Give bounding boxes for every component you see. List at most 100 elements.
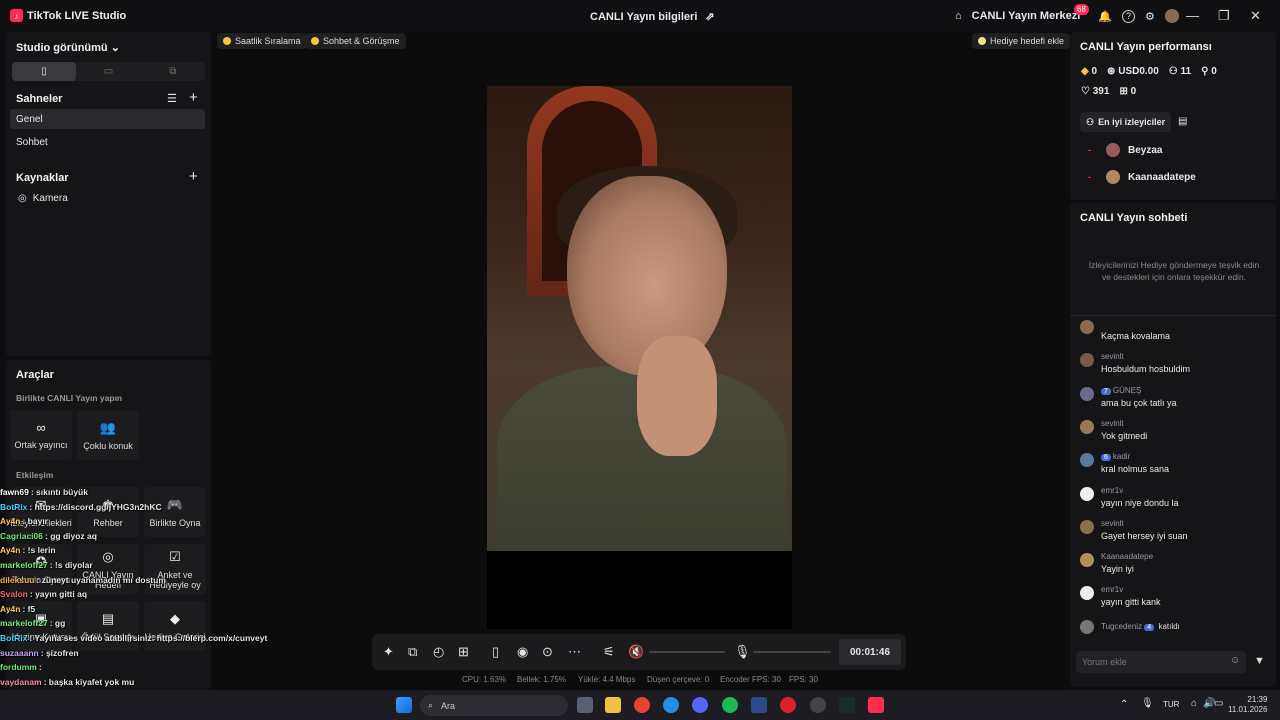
- close-icon[interactable]: ✕: [1250, 8, 1261, 24]
- battery-icon[interactable]: ▭: [1214, 698, 1223, 709]
- system-clock[interactable]: 21:39 11.01.2026: [1228, 695, 1267, 715]
- chat-message-text: yayın niye dondu la: [1101, 497, 1179, 508]
- overlay-chat-line: Ay4n: !s lerin: [0, 543, 300, 558]
- network-icon[interactable]: ⌂: [1191, 698, 1197, 709]
- chat-user-avatar: [1080, 486, 1094, 501]
- top-viewer-1[interactable]: - Beyzaa: [1088, 143, 1162, 157]
- comment-input[interactable]: Yorum ekle: [1076, 651, 1246, 673]
- overlay-chat-line: Ay4n: f5: [0, 602, 300, 617]
- help-icon[interactable]: ?: [1121, 9, 1135, 23]
- add-scene-icon[interactable]: +: [189, 89, 198, 106]
- mic-volume-slider[interactable]: [753, 651, 831, 653]
- chat-meeting-label: Sohbet & Görüşme: [323, 36, 400, 46]
- overlay-chat-line: dileksuu: züneyt uyanamadın mı dostum: [0, 573, 300, 588]
- windows-start-icon[interactable]: [396, 697, 412, 713]
- tray-up-arrow-icon[interactable]: ⌃: [1120, 699, 1128, 710]
- overlay-chat-user: fawn69: [0, 487, 29, 497]
- multi-guest-button[interactable]: 👥 Çoklu konuk: [77, 410, 139, 460]
- tiktok-live-icon[interactable]: [868, 697, 884, 713]
- settings-icon[interactable]: ⚙: [1145, 10, 1155, 23]
- edge-icon[interactable]: [663, 697, 679, 713]
- source-item-camera[interactable]: ◎ Kamera: [18, 193, 68, 204]
- scene-item-genel[interactable]: Genel: [10, 109, 205, 129]
- effects-icon[interactable]: ✦: [383, 644, 394, 660]
- overlay-chat-line: BotRix: Yayına ses video atabilirsiniz: …: [0, 631, 300, 646]
- notification-badge: 68: [1074, 4, 1089, 15]
- gifts-count: 0: [1130, 86, 1137, 97]
- scene-item-sohbet[interactable]: Sohbet: [10, 132, 205, 152]
- add-media-icon[interactable]: ⊞: [458, 644, 469, 660]
- mic-icon[interactable]: 🎙: [734, 644, 751, 660]
- phone-icon[interactable]: ▯: [492, 644, 499, 660]
- speaker-muted-icon[interactable]: 🔇: [628, 644, 644, 660]
- live-info-button[interactable]: CANLI Yayın bilgileri ⇗: [590, 10, 715, 24]
- portrait-layout-icon[interactable]: ▯: [12, 62, 77, 81]
- overlay-chat-text: : gg: [49, 618, 66, 629]
- stream-control-bar: ✦ ⧉ ◴ ⊞ ▯ ◉ ⊙ ⋯ ⚟ 🔇 🎙 00:01:46: [372, 634, 906, 670]
- add-source-icon[interactable]: +: [189, 168, 198, 185]
- add-gift-goal-chip[interactable]: Hediye hedefi ekle: [972, 33, 1071, 49]
- chat-user-avatar: [1080, 320, 1094, 334]
- discord-icon[interactable]: [692, 697, 708, 713]
- studio-view-dropdown[interactable]: Studio görünümü ⌄: [16, 41, 120, 54]
- more-icon[interactable]: ⋯: [568, 644, 581, 660]
- overlay-chat-text: : başka kiyafet yok mu: [43, 676, 135, 687]
- likes-count: 391: [1092, 86, 1110, 97]
- list-icon[interactable]: ☰: [167, 92, 177, 105]
- overlay-chat-text: : bayır: [22, 516, 48, 527]
- coin-icon: ⊛: [1107, 66, 1116, 77]
- chat-user-name: 6 kadir: [1101, 452, 1130, 462]
- spotify-icon[interactable]: [722, 697, 738, 713]
- speaker-volume-slider[interactable]: [649, 651, 725, 653]
- camera-icon: ◎: [18, 193, 27, 204]
- live-center-button[interactable]: CANLI Yayın Merkezi: [972, 10, 1081, 22]
- divider: [1070, 315, 1276, 316]
- task-view-icon[interactable]: [577, 697, 593, 713]
- performance-panel: CANLI Yayın performansı ◆ 0 ⊛ USD0.00 ⚇ …: [1070, 32, 1276, 200]
- top-viewer-2[interactable]: - Kaanaadatepe: [1088, 170, 1196, 184]
- overlay-chat-text: : sıkıntı büyük: [30, 487, 88, 497]
- layout-icon[interactable]: ⧉: [408, 644, 417, 660]
- chrome-icon[interactable]: [634, 697, 650, 713]
- overlay-chat-line: markeloff27: !s diyolar: [0, 558, 300, 573]
- emoji-icon[interactable]: ☺: [1230, 655, 1240, 666]
- filter-icon[interactable]: ◴: [433, 644, 444, 660]
- diamond-stat: ◆ 0: [1081, 66, 1097, 77]
- dual-layout-icon[interactable]: ⧉: [141, 62, 205, 81]
- bell-icon[interactable]: 🔔: [1098, 10, 1112, 23]
- steam-icon[interactable]: [751, 697, 767, 713]
- chat-meeting-chip[interactable]: Sohbet & Görüşme: [305, 33, 406, 49]
- top-viewers-tab[interactable]: ⚇ En iyi izleyiciler: [1080, 112, 1172, 132]
- landscape-layout-icon[interactable]: ▭: [76, 62, 140, 81]
- gift-icon: ⊞: [1119, 86, 1128, 97]
- language-indicator[interactable]: TUR: [1163, 700, 1179, 709]
- viewer-avatar: [1106, 170, 1120, 184]
- filter-icon[interactable]: ▼: [1254, 655, 1265, 667]
- overlay-chat-line: fawn69: sıkıntı büyük: [0, 485, 300, 500]
- overlay-chat-line: BotRix: https://discord.gg/jYHG3n2hKC: [0, 500, 300, 515]
- audio-settings-icon[interactable]: ⚟: [603, 644, 615, 660]
- co-host-button[interactable]: ∞ Ortak yayıncı: [10, 410, 72, 460]
- memory-stat: Bellek: 1.75%: [517, 675, 566, 684]
- opera-icon[interactable]: [780, 697, 796, 713]
- comment-placeholder: Yorum ekle: [1082, 657, 1127, 667]
- file-explorer-icon[interactable]: [605, 697, 621, 713]
- hourly-ranking-chip[interactable]: Saatlik Sıralama: [217, 33, 307, 49]
- list-icon[interactable]: ▤: [1178, 116, 1187, 127]
- tiktok-logo-icon: ♪: [10, 9, 23, 22]
- sources-heading: Kaynaklar: [16, 172, 69, 184]
- chat-user-name: sevinlt: [1101, 352, 1124, 361]
- taskbar-search[interactable]: ⌕ Ara: [420, 695, 568, 716]
- camera-icon[interactable]: ⊙: [542, 644, 553, 660]
- overlay-chat-user: dileksuu: [0, 574, 35, 585]
- mic-tray-icon[interactable]: 🎙: [1141, 698, 1154, 709]
- record-icon[interactable]: ◉: [517, 644, 528, 660]
- overlay-chat-line: fordumm:: [0, 660, 300, 675]
- maximize-icon[interactable]: ❐: [1218, 8, 1230, 24]
- app-icon[interactable]: [839, 697, 855, 713]
- minimize-icon[interactable]: —: [1186, 8, 1199, 23]
- followers-stat: ⚲ 0: [1201, 66, 1217, 77]
- avatar[interactable]: [1164, 9, 1179, 23]
- overlay-chat-user: BotRix: [0, 632, 28, 643]
- obs-icon[interactable]: [810, 697, 826, 713]
